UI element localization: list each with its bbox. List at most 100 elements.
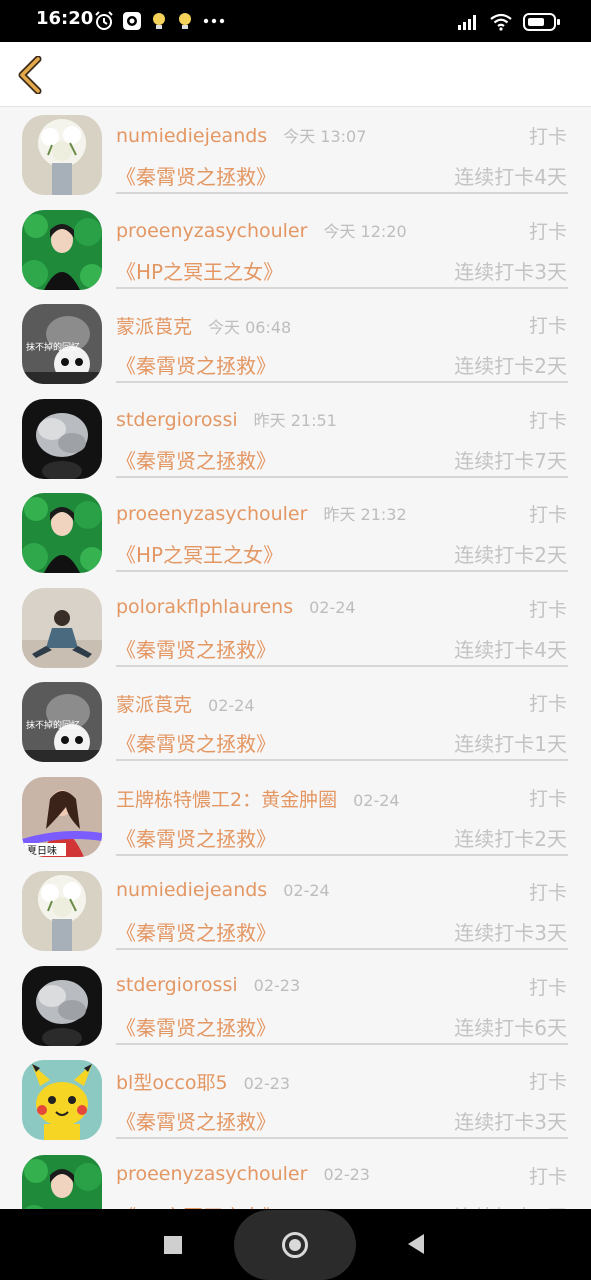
list-item[interactable]: 夏日味 王牌栋特憹工2：黄金肿圈 02-24 打卡 《秦霄贤之拯救》 连续打卡2天: [0, 769, 591, 864]
wifi-icon: [490, 13, 512, 31]
notification-icon: [179, 13, 191, 29]
book-title[interactable]: 《HP之冥王之女》: [116, 256, 283, 285]
checkin-time: 今天 06:48: [208, 318, 292, 337]
divider: [116, 1137, 568, 1139]
back-button[interactable]: [12, 56, 48, 94]
app-icon: [123, 12, 141, 30]
username[interactable]: proeenyzasychouler 02-23: [116, 1163, 370, 1185]
book-title[interactable]: 《秦霄贤之拯救》: [116, 728, 276, 757]
book-title[interactable]: 《HP之冥王之女》: [116, 1201, 283, 1210]
username[interactable]: 蒙派莨克 02-24: [116, 690, 255, 717]
username-text[interactable]: proeenyzasychouler: [116, 220, 307, 242]
username[interactable]: stdergiorossi 02-23: [116, 974, 300, 996]
checkin-label: 打卡: [528, 976, 567, 999]
avatar[interactable]: 抹不掉的回忆: [22, 682, 102, 762]
avatar[interactable]: [22, 209, 102, 290]
list-item[interactable]: 抹不掉的回忆 蒙派莨克 02-24 打卡《秦霄贤之拯救》 连续打卡1天: [0, 674, 591, 769]
book-title[interactable]: 《秦霄贤之拯救》: [116, 823, 276, 852]
username[interactable]: 王牌栋特憹工2：黄金肿圈 02-24: [116, 785, 400, 812]
username-text[interactable]: numiediejeands: [116, 879, 267, 901]
avatar[interactable]: [22, 398, 102, 479]
navigation-bar: [0, 1209, 591, 1280]
streak-count: 连续打卡1天: [454, 1201, 567, 1210]
recents-icon[interactable]: [164, 1236, 182, 1254]
username-text[interactable]: numiediejeands: [116, 125, 267, 147]
book-title[interactable]: 《秦霄贤之拯救》: [116, 350, 276, 379]
avatar[interactable]: 夏日味: [22, 776, 102, 857]
list-item[interactable]: stdergiorossi 昨天 21:51 打卡 《秦霄贤之拯救》 连续打卡7天: [0, 391, 591, 486]
list-item[interactable]: bl型occo耶5 02-23 打卡 《秦霄贤之拯救》 连续打卡3天: [0, 1052, 591, 1147]
status-bar: 16:20: [0, 0, 591, 42]
book-title[interactable]: 《秦霄贤之拯救》: [116, 445, 276, 474]
streak-count: 连续打卡2天: [454, 826, 567, 851]
username-text[interactable]: proeenyzasychouler: [116, 503, 307, 525]
checkin-time: 02-24: [353, 790, 400, 810]
username[interactable]: bl型occo耶5 02-23: [116, 1068, 290, 1095]
username-text[interactable]: 蒙派莨克: [116, 694, 192, 716]
streak-count: 连续打卡7天: [454, 448, 567, 473]
avatar[interactable]: [22, 587, 102, 668]
book-title[interactable]: 《秦霄贤之拯救》: [116, 1106, 276, 1135]
streak-count: 连续打卡4天: [454, 637, 567, 662]
list-item[interactable]: stdergiorossi 02-23 打卡 《秦霄贤之拯救》 连续打卡6天: [0, 958, 591, 1053]
svg-text:抹不掉的回忆: 抹不掉的回忆: [26, 341, 80, 353]
checkin-label: 打卡: [528, 1071, 567, 1093]
username-text[interactable]: proeenyzasychouler: [116, 1163, 307, 1185]
username[interactable]: polorakflphlaurens 02-24: [116, 596, 356, 618]
avatar[interactable]: [22, 1154, 102, 1209]
more-icon: [203, 18, 225, 24]
username-text[interactable]: stdergiorossi: [116, 409, 238, 431]
username[interactable]: proeenyzasychouler 昨天 21:32: [116, 501, 407, 525]
status-icons-right: [457, 11, 561, 33]
username[interactable]: proeenyzasychouler 今天 12:20: [116, 218, 407, 242]
svg-text:夏日味: 夏日味: [27, 845, 57, 857]
checkin-label: 打卡: [528, 882, 567, 904]
list-item[interactable]: proeenyzasychouler 02-23 打卡《HP之冥王之女》 连续打卡1天: [0, 1147, 591, 1210]
avatar[interactable]: 抹不掉的回忆: [22, 304, 102, 384]
streak-count: 连续打卡3天: [454, 259, 567, 284]
username-text[interactable]: polorakflphlaurens: [116, 596, 293, 618]
username[interactable]: 蒙派莨克 今天 06:48: [116, 312, 291, 339]
divider: [116, 664, 568, 667]
username[interactable]: stdergiorossi 昨天 21:51: [116, 407, 337, 431]
svg-text:抹不掉的回忆: 抹不掉的回忆: [26, 719, 80, 731]
book-title[interactable]: 《秦霄贤之拯救》: [116, 1012, 276, 1041]
back-icon[interactable]: [408, 1234, 424, 1254]
username-text[interactable]: 王牌栋特憹工2：黄金肿圈: [116, 789, 337, 811]
divider: [116, 759, 568, 761]
list-item[interactable]: numiediejeands 今天 13:07 打卡 《秦霄贤之拯救》 连续打卡4天: [0, 107, 591, 202]
book-title[interactable]: 《HP之冥王之女》: [116, 539, 283, 568]
checkin-label: 打卡: [528, 126, 567, 148]
book-title[interactable]: 《秦霄贤之拯救》: [116, 161, 276, 190]
username-text[interactable]: bl型occo耶5: [116, 1072, 228, 1094]
divider: [116, 1042, 568, 1045]
list-item[interactable]: numiediejeands 02-24 打卡 《秦霄贤之拯救》 连续打卡3天: [0, 863, 591, 958]
streak-count: 连续打卡1天: [454, 732, 567, 756]
checkin-time: 02-24: [283, 881, 330, 900]
list-item[interactable]: proeenyzasychouler 今天 12:20 打卡《HP之冥王之女》 连续打…: [0, 202, 591, 297]
avatar[interactable]: [22, 1060, 102, 1140]
battery-icon: [523, 13, 560, 31]
avatar[interactable]: [22, 871, 102, 951]
chevron-left-icon: [18, 56, 42, 94]
divider: [116, 475, 568, 478]
avatar[interactable]: [22, 493, 102, 573]
book-title[interactable]: 《秦霄贤之拯救》: [116, 634, 276, 663]
checkin-label: 打卡: [528, 693, 567, 715]
avatar[interactable]: [22, 965, 102, 1046]
book-title[interactable]: 《秦霄贤之拯救》: [116, 917, 276, 946]
checkin-list[interactable]: numiediejeands 今天 13:07 打卡 《秦霄贤之拯救》 连续打卡4天 pr…: [0, 107, 591, 1209]
username-text[interactable]: stdergiorossi: [116, 974, 238, 996]
list-item[interactable]: polorakflphlaurens 02-24 打卡 《秦霄贤之拯救》 连续打卡4天: [0, 580, 591, 675]
username-text[interactable]: 蒙派莨克: [116, 316, 192, 338]
home-button[interactable]: [234, 1210, 356, 1280]
list-item[interactable]: proeenyzasychouler 昨天 21:32 打卡 《HP之冥王之女》 连续打…: [0, 485, 591, 580]
divider: [116, 853, 568, 856]
checkin-label: 打卡: [528, 504, 567, 526]
avatar[interactable]: [22, 115, 102, 195]
username[interactable]: numiediejeands 今天 13:07: [116, 123, 366, 147]
checkin-label: 打卡: [528, 220, 567, 243]
list-item[interactable]: 抹不掉的回忆 蒙派莨克 今天 06:48 打卡 《秦霄贤之拯救》 连续打卡2天: [0, 296, 591, 391]
status-icons-left: [94, 10, 226, 32]
username[interactable]: numiediejeands 02-24: [116, 879, 330, 901]
